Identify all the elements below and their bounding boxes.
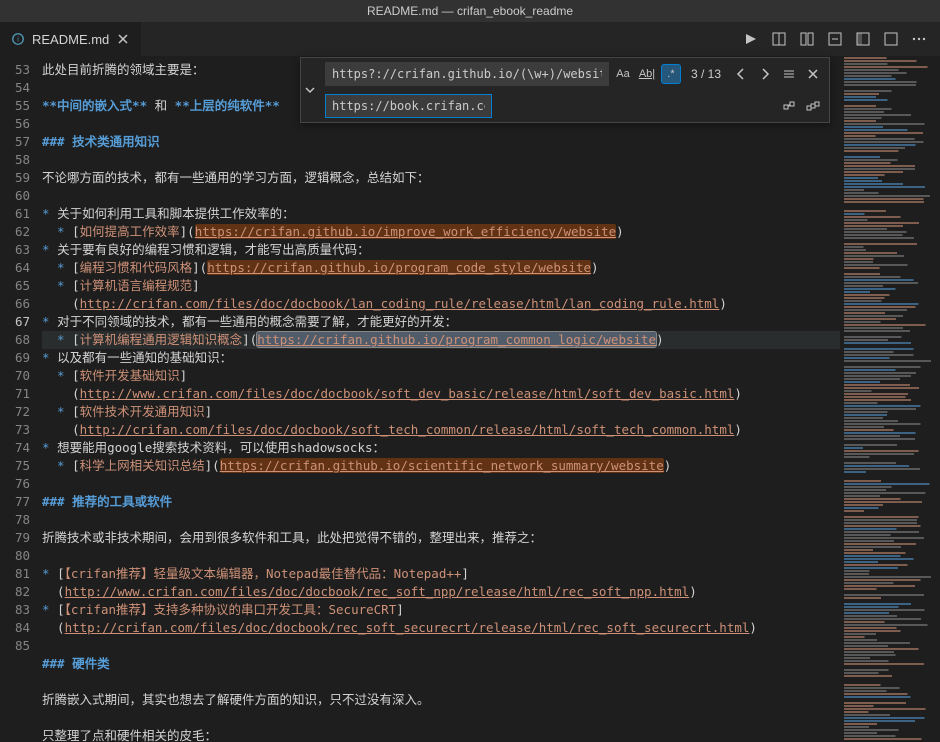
open-changes-icon[interactable] — [852, 28, 874, 50]
window-titlebar: README.md — crifan_ebook_readme — [0, 0, 940, 22]
next-match-icon[interactable] — [755, 64, 775, 84]
match-count: 3 / 13 — [685, 67, 727, 81]
close-icon[interactable] — [115, 31, 131, 47]
tab-readme[interactable]: i README.md — [0, 22, 141, 57]
markdown-file-icon: i — [10, 31, 26, 47]
more-icon[interactable] — [908, 28, 930, 50]
code-content[interactable]: 此处目前折腾的领域主要是：**中间的嵌入式** 和 **上层的纯软件**### … — [42, 57, 840, 742]
tab-bar: i README.md — [0, 22, 940, 57]
editor-toolbar — [740, 28, 940, 50]
toggle-replace-icon[interactable] — [301, 58, 319, 122]
line-number-gutter: 5354555657585960616263646566676869707172… — [0, 57, 42, 742]
source-control-icon[interactable] — [740, 28, 762, 50]
tab-filename: README.md — [32, 32, 109, 47]
editor: Aa Ab| .* 3 / 13 53545556575859606162636… — [0, 57, 940, 742]
whole-word-option[interactable]: Ab| — [637, 64, 657, 84]
open-preview-icon[interactable] — [768, 28, 790, 50]
prev-match-icon[interactable] — [731, 64, 751, 84]
svg-text:i: i — [17, 37, 19, 44]
window-title: README.md — crifan_ebook_readme — [367, 4, 573, 18]
regex-option[interactable]: .* — [661, 64, 681, 84]
close-find-icon[interactable] — [803, 64, 823, 84]
match-case-option[interactable]: Aa — [613, 64, 633, 84]
split-editor-icon[interactable] — [796, 28, 818, 50]
replace-one-icon[interactable] — [779, 96, 799, 116]
search-input[interactable] — [325, 62, 609, 86]
layout-icon[interactable] — [880, 28, 902, 50]
replace-input[interactable] — [325, 94, 492, 118]
minimap[interactable] — [840, 57, 940, 742]
replace-all-icon[interactable] — [803, 96, 823, 116]
find-replace-widget: Aa Ab| .* 3 / 13 — [300, 57, 830, 123]
diff-icon[interactable] — [824, 28, 846, 50]
find-in-selection-icon[interactable] — [779, 64, 799, 84]
